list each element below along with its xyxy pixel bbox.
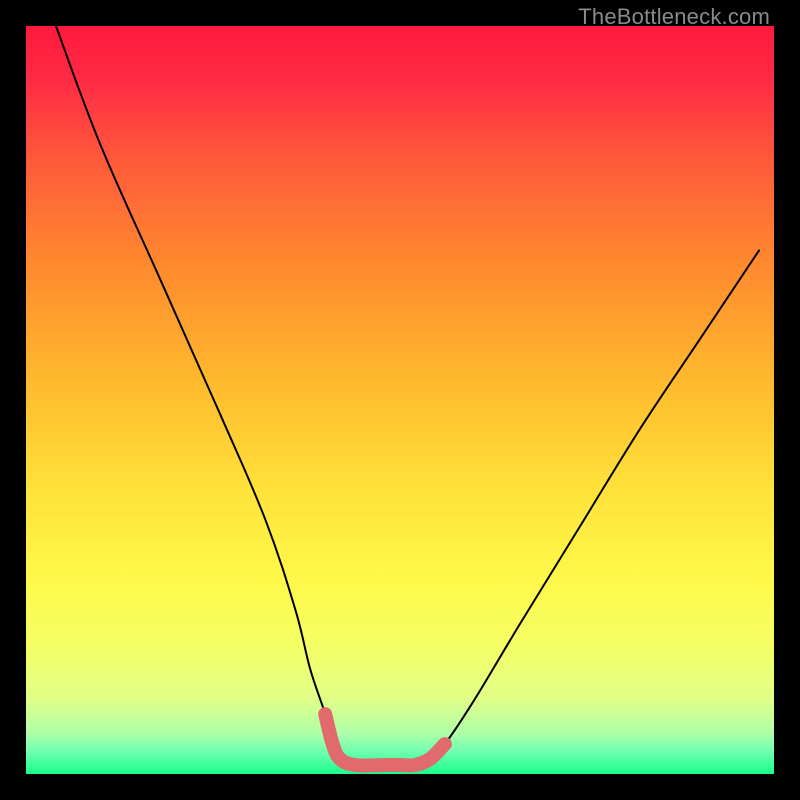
watermark-text: TheBottleneck.com — [578, 4, 770, 30]
chart-frame: TheBottleneck.com — [0, 0, 800, 800]
chart-curves — [26, 26, 774, 774]
bottleneck-curve-line — [56, 26, 759, 767]
plot-area — [26, 26, 774, 774]
optimal-range-marker — [325, 714, 445, 765]
